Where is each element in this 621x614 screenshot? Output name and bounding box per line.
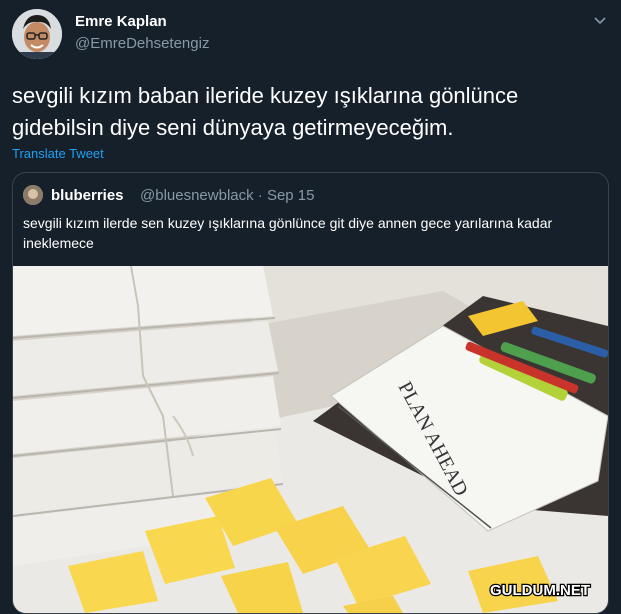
watermark-text: GULDUM.NET <box>490 582 590 599</box>
tweet-text: sevgili kızım baban ileride kuzey ışıkla… <box>12 83 519 140</box>
translate-tweet-link[interactable]: Translate Tweet <box>12 146 104 161</box>
quoted-author-name: bluberries <box>51 187 124 204</box>
author-name[interactable]: Emre Kaplan <box>75 13 167 30</box>
quoted-tweet-text: sevgili kızım ilerde sen kuzey ışıkların… <box>23 215 553 251</box>
chevron-down-icon[interactable] <box>591 12 609 30</box>
quoted-author-handle: @bluesnewblack · Sep 15 <box>140 187 315 204</box>
quoted-tweet-photo[interactable]: PLAN AHEAD <box>13 266 608 613</box>
quoted-tweet-card[interactable]: bluberries @bluesnewblack · Sep 15 sevgi… <box>12 172 609 614</box>
author-avatar[interactable] <box>12 9 62 59</box>
avatar-portrait <box>12 9 62 59</box>
watermark: GULDUM.NET <box>486 578 616 601</box>
author-handle[interactable]: @EmreDehsetengiz <box>75 35 209 52</box>
quoted-author-avatar <box>23 185 43 205</box>
